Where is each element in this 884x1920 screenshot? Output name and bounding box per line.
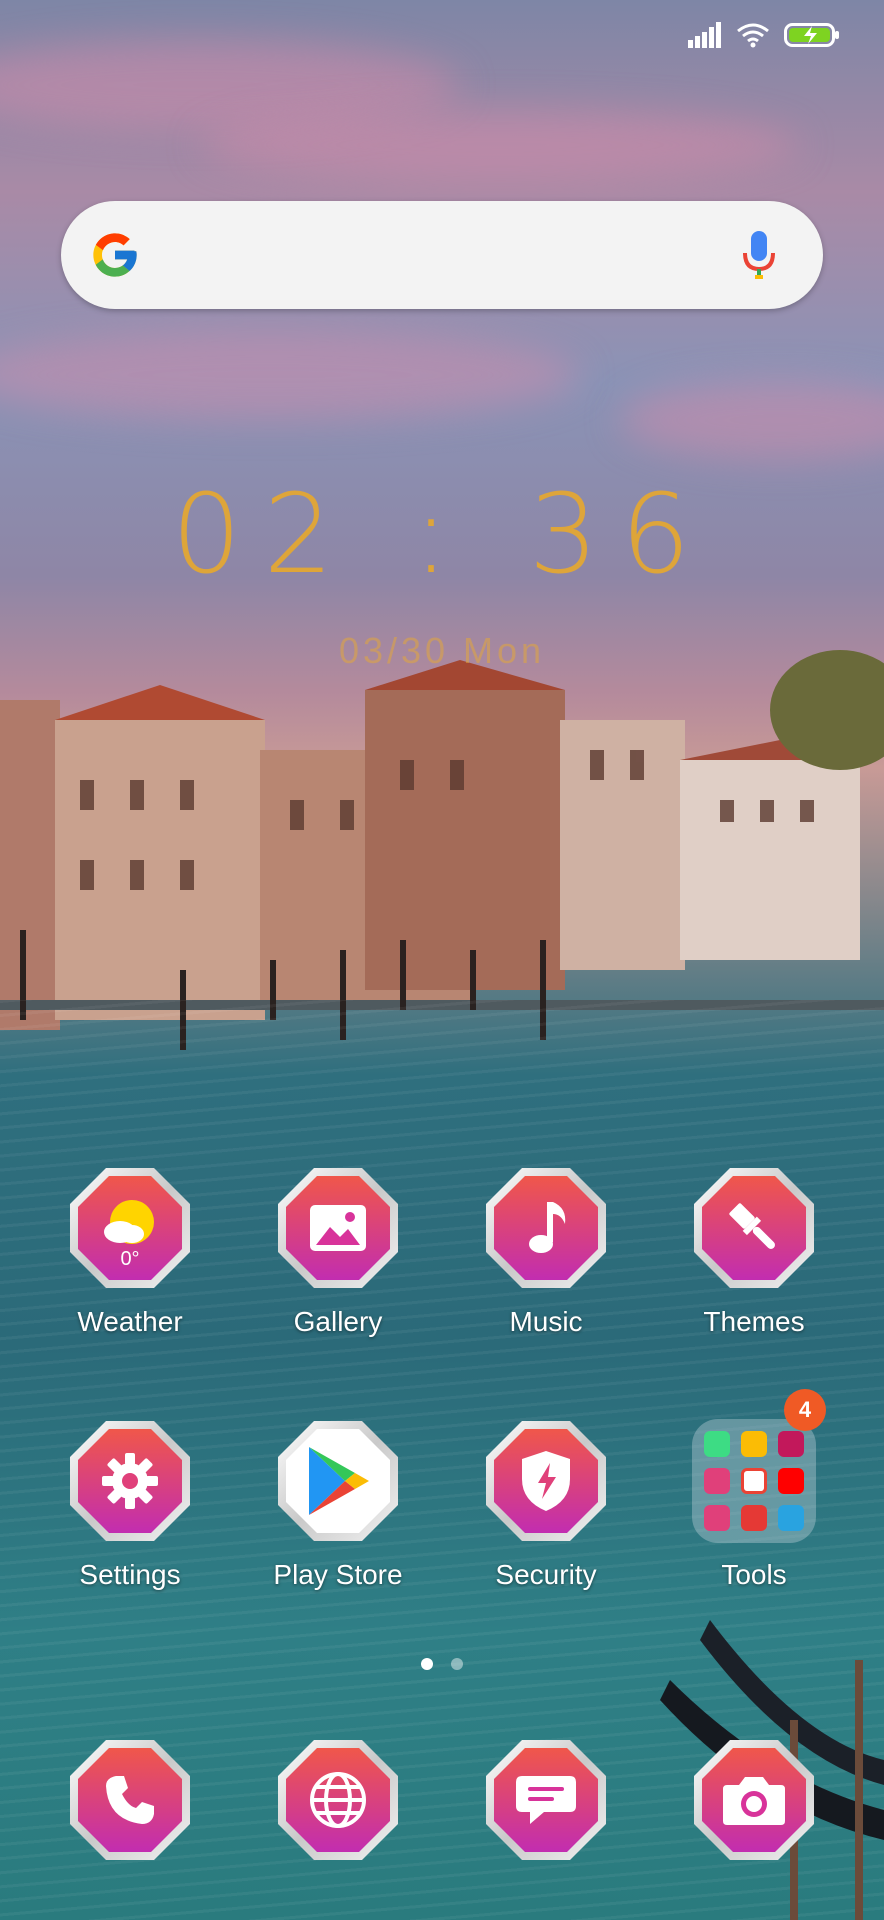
app-label: Settings: [79, 1559, 181, 1590]
folder-tools[interactable]: 4 Tools: [664, 1389, 844, 1591]
dock-browser[interactable]: [248, 1738, 428, 1862]
google-logo-icon: [93, 233, 137, 277]
google-search-bar[interactable]: [61, 201, 823, 309]
app-label: Weather: [77, 1306, 183, 1337]
mic-icon[interactable]: [741, 229, 777, 281]
app-music[interactable]: Music: [456, 1166, 636, 1338]
page-dot-active[interactable]: [421, 1658, 433, 1670]
clock-time[interactable]: 02 : 36: [0, 470, 884, 598]
app-label: Play Store: [273, 1559, 403, 1590]
dock-phone[interactable]: [40, 1738, 220, 1862]
paintbrush-icon: [692, 1166, 816, 1290]
wifi-icon: [736, 22, 770, 53]
play-store-icon: [276, 1419, 400, 1543]
status-bar: [688, 22, 840, 53]
app-themes[interactable]: Themes: [664, 1166, 844, 1338]
app-gallery[interactable]: Gallery: [248, 1166, 428, 1338]
signal-icon: [688, 22, 722, 53]
shield-icon: [484, 1419, 608, 1543]
app-security[interactable]: Security: [456, 1419, 636, 1591]
gear-icon: [68, 1419, 192, 1543]
app-label: Music: [509, 1306, 583, 1337]
app-label: Tools: [721, 1559, 787, 1590]
phone-icon: [68, 1738, 192, 1862]
venice-buildings-image: [0, 650, 884, 1050]
app-label: Themes: [703, 1306, 805, 1337]
battery-charging-icon: [784, 22, 840, 53]
app-label: Gallery: [293, 1306, 383, 1337]
page-indicator: [0, 1658, 884, 1670]
page-dot[interactable]: [451, 1658, 463, 1670]
dock-camera[interactable]: [664, 1738, 844, 1862]
camera-icon: [692, 1738, 816, 1862]
app-settings[interactable]: Settings: [40, 1419, 220, 1591]
gallery-icon: [276, 1166, 400, 1290]
app-weather[interactable]: 0° Weather: [40, 1166, 220, 1338]
app-play-store[interactable]: Play Store: [248, 1419, 428, 1591]
weather-icon: 0°: [68, 1166, 192, 1290]
dock-messages[interactable]: [456, 1738, 636, 1862]
app-label: Security: [495, 1559, 597, 1590]
clock-date[interactable]: 03/30 Mon: [0, 630, 884, 672]
weather-temp: 0°: [120, 1248, 140, 1270]
music-note-icon: [484, 1166, 608, 1290]
folder-icon: 4: [692, 1389, 826, 1543]
messages-icon: [484, 1738, 608, 1862]
browser-globe-icon: [276, 1738, 400, 1862]
notification-badge: 4: [784, 1389, 826, 1431]
